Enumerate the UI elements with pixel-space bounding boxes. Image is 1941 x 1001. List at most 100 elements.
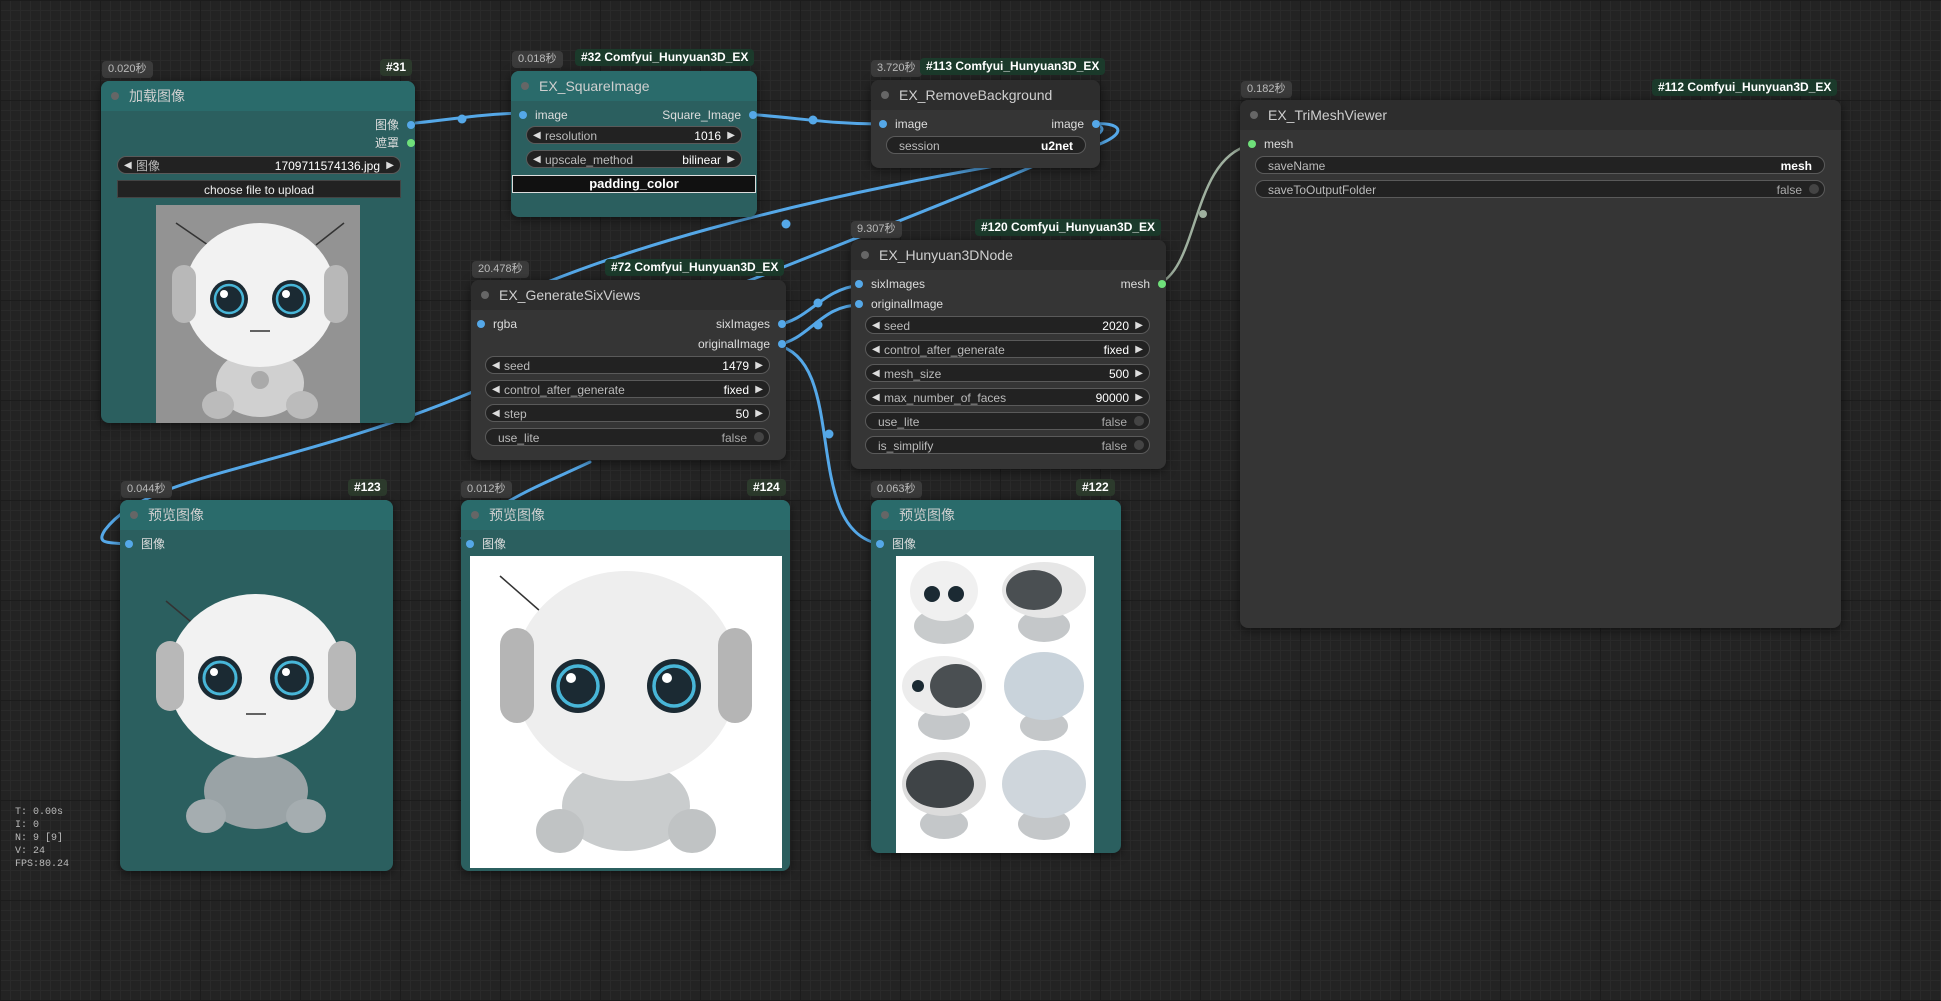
save-to-output-toggle[interactable]: saveToOutputFolder false [1255, 180, 1825, 198]
input-six-images[interactable]: sixImages [855, 276, 925, 292]
output-six-images[interactable]: sixImages [716, 316, 786, 332]
port-dot-icon[interactable] [876, 540, 884, 548]
arrow-left-icon[interactable]: ◀ [872, 365, 880, 383]
node-preview-image-123[interactable]: 预览图像 图像 [120, 500, 393, 871]
node-title[interactable]: 加载图像 [101, 81, 415, 111]
node-title[interactable]: 预览图像 [461, 500, 790, 530]
port-dot-icon[interactable] [466, 540, 474, 548]
input-image[interactable]: 图像 [466, 536, 506, 552]
arrow-left-icon[interactable]: ◀ [533, 127, 541, 145]
input-rgba[interactable]: rgba [477, 316, 517, 332]
port-dot-icon[interactable] [125, 540, 133, 548]
port-dot-icon[interactable] [879, 120, 887, 128]
use-lite-toggle[interactable]: use_lite false [485, 428, 770, 446]
arrow-left-icon[interactable]: ◀ [124, 157, 132, 175]
save-name-widget[interactable]: saveName mesh [1255, 156, 1825, 174]
port-dot-icon[interactable] [407, 139, 415, 147]
toggle-knob-icon[interactable] [1809, 184, 1819, 194]
port-dot-icon[interactable] [778, 340, 786, 348]
session-widget[interactable]: session u2net [886, 136, 1086, 154]
padding-color-button[interactable]: padding_color [512, 175, 756, 193]
resolution-widget[interactable]: ◀ resolution 1016 ▶ [526, 126, 742, 144]
control-after-generate-widget[interactable]: ◀ control_after_generate fixed ▶ [485, 380, 770, 398]
output-image[interactable]: image [1051, 116, 1100, 132]
output-mesh[interactable]: mesh [1121, 276, 1166, 292]
output-square-image[interactable]: Square_Image [662, 107, 757, 123]
node-title[interactable]: EX_GenerateSixViews [471, 280, 786, 310]
arrow-left-icon[interactable]: ◀ [492, 405, 500, 423]
collapse-dot-icon[interactable] [481, 291, 489, 299]
output-mask[interactable]: 遮罩 [375, 135, 415, 151]
port-dot-icon[interactable] [1158, 280, 1166, 288]
arrow-right-icon[interactable]: ▶ [755, 357, 763, 375]
output-original-image[interactable]: originalImage [698, 336, 786, 352]
arrow-left-icon[interactable]: ◀ [492, 357, 500, 375]
seed-widget[interactable]: ◀ seed 1479 ▶ [485, 356, 770, 374]
collapse-dot-icon[interactable] [471, 511, 479, 519]
upload-button[interactable]: choose file to upload [117, 180, 401, 198]
is-simplify-toggle[interactable]: is_simplify false [865, 436, 1150, 454]
port-dot-icon[interactable] [855, 280, 863, 288]
input-image[interactable]: image [519, 107, 568, 123]
collapse-dot-icon[interactable] [881, 511, 889, 519]
use-lite-toggle[interactable]: use_lite false [865, 412, 1150, 430]
input-mesh[interactable]: mesh [1248, 136, 1293, 152]
node-title[interactable]: 预览图像 [871, 500, 1121, 530]
node-title[interactable]: EX_TriMeshViewer [1240, 100, 1841, 130]
image-file-combo[interactable]: ◀ 图像 1709711574136.jpg ▶ [117, 156, 401, 174]
input-image[interactable]: 图像 [876, 536, 916, 552]
node-title[interactable]: EX_RemoveBackground [871, 80, 1100, 110]
port-dot-icon[interactable] [519, 111, 527, 119]
arrow-right-icon[interactable]: ▶ [727, 127, 735, 145]
step-widget[interactable]: ◀ step 50 ▶ [485, 404, 770, 422]
node-remove-background[interactable]: EX_RemoveBackground image image session … [871, 80, 1100, 168]
node-generate-six-views[interactable]: EX_GenerateSixViews rgba sixImages origi… [471, 280, 786, 460]
toggle-knob-icon[interactable] [754, 432, 764, 442]
arrow-right-icon[interactable]: ▶ [1135, 365, 1143, 383]
output-image[interactable]: 图像 [375, 117, 415, 133]
arrow-right-icon[interactable]: ▶ [1135, 341, 1143, 359]
node-load-image[interactable]: 加载图像 图像 遮罩 ◀ 图像 1709711574136.jpg ▶ choo… [101, 81, 415, 423]
mesh-size-widget[interactable]: ◀ mesh_size 500 ▶ [865, 364, 1150, 382]
node-preview-image-124[interactable]: 预览图像 图像 [461, 500, 790, 871]
arrow-left-icon[interactable]: ◀ [872, 317, 880, 335]
seed-widget[interactable]: ◀ seed 2020 ▶ [865, 316, 1150, 334]
toggle-knob-icon[interactable] [1134, 440, 1144, 450]
toggle-knob-icon[interactable] [1134, 416, 1144, 426]
control-after-generate-widget[interactable]: ◀ control_after_generate fixed ▶ [865, 340, 1150, 358]
upscale-method-widget[interactable]: ◀ upscale_method bilinear ▶ [526, 150, 742, 168]
arrow-left-icon[interactable]: ◀ [533, 151, 541, 169]
node-square-image[interactable]: EX_SquareImage image Square_Image ◀ reso… [511, 71, 757, 217]
node-title[interactable]: EX_SquareImage [511, 71, 757, 101]
node-preview-image-122[interactable]: 预览图像 图像 [871, 500, 1121, 853]
node-title[interactable]: EX_Hunyuan3DNode [851, 240, 1166, 270]
port-dot-icon[interactable] [778, 320, 786, 328]
arrow-right-icon[interactable]: ▶ [1135, 389, 1143, 407]
port-dot-icon[interactable] [855, 300, 863, 308]
collapse-dot-icon[interactable] [1250, 111, 1258, 119]
arrow-right-icon[interactable]: ▶ [755, 381, 763, 399]
port-dot-icon[interactable] [407, 121, 415, 129]
arrow-right-icon[interactable]: ▶ [755, 405, 763, 423]
arrow-left-icon[interactable]: ◀ [492, 381, 500, 399]
arrow-left-icon[interactable]: ◀ [872, 389, 880, 407]
node-hunyuan3d[interactable]: EX_Hunyuan3DNode sixImages originalImage… [851, 240, 1166, 469]
input-image[interactable]: image [879, 116, 928, 132]
input-original-image[interactable]: originalImage [855, 296, 943, 312]
arrow-right-icon[interactable]: ▶ [1135, 317, 1143, 335]
port-dot-icon[interactable] [1248, 140, 1256, 148]
arrow-left-icon[interactable]: ◀ [872, 341, 880, 359]
collapse-dot-icon[interactable] [130, 511, 138, 519]
max-faces-widget[interactable]: ◀ max_number_of_faces 90000 ▶ [865, 388, 1150, 406]
node-title[interactable]: 预览图像 [120, 500, 393, 530]
port-dot-icon[interactable] [477, 320, 485, 328]
arrow-right-icon[interactable]: ▶ [386, 157, 394, 175]
collapse-dot-icon[interactable] [861, 251, 869, 259]
port-dot-icon[interactable] [749, 111, 757, 119]
collapse-dot-icon[interactable] [881, 91, 889, 99]
port-dot-icon[interactable] [1092, 120, 1100, 128]
collapse-dot-icon[interactable] [521, 82, 529, 90]
input-image[interactable]: 图像 [125, 536, 165, 552]
collapse-dot-icon[interactable] [111, 92, 119, 100]
node-trimesh-viewer[interactable]: EX_TriMeshViewer mesh saveName mesh save… [1240, 100, 1841, 628]
